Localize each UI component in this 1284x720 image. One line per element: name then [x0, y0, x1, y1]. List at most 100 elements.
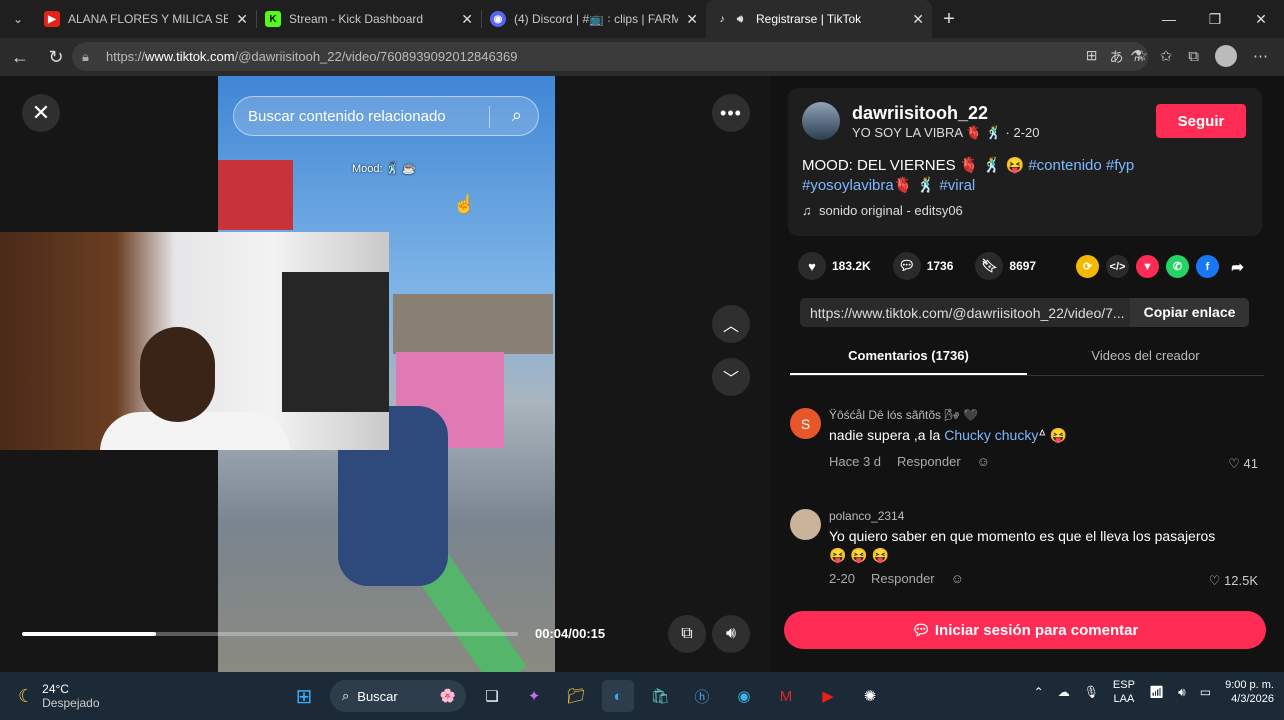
send-icon[interactable]: ▼ [1136, 255, 1159, 278]
close-tab-icon[interactable]: ✕ [686, 11, 698, 28]
extensions-icon[interactable]: ⚗ [1130, 47, 1143, 65]
video-progress-bar[interactable] [22, 632, 518, 636]
more-menu-icon[interactable]: ⋯ [1253, 47, 1268, 65]
microphone-icon[interactable]: 🎙︎ [1084, 685, 1099, 699]
commenter-username[interactable]: polanco_2314 [829, 509, 904, 523]
close-tab-icon[interactable]: ✕ [236, 11, 248, 28]
reload-icon[interactable]: ↻ [40, 41, 72, 73]
tab-title: Stream - Kick Dashboard [289, 12, 424, 26]
next-video-button[interactable]: ﹀ [712, 358, 750, 396]
taskbar-search[interactable]: ⌕ Buscar 🌸 [330, 680, 466, 712]
chevron-up-icon[interactable]: ⌃ [1034, 685, 1044, 699]
task-view-icon[interactable]: ❏ [476, 680, 508, 712]
minimize-icon[interactable]: — [1146, 0, 1192, 38]
heart-icon: ♥ [798, 252, 826, 280]
tab-comments[interactable]: Comentarios (1736) [790, 338, 1027, 375]
hashtag-link[interactable]: #yosoylavibra [802, 177, 894, 194]
save-button[interactable]: 🔖︎ 8697 [975, 252, 1036, 280]
copy-link-button[interactable]: Copiar enlace [1130, 298, 1249, 327]
language-indicator[interactable]: ESP LAA [1113, 678, 1135, 706]
tab-tiktok[interactable]: ♪ 🔊︎ Registrarse | TikTok ✕ [706, 0, 932, 38]
tab-discord[interactable]: ◉ (4) Discord | #📺 ꞉ clips | FARMEO ✕ [482, 0, 706, 38]
clock-time: 9:00 p. m. [1225, 679, 1274, 691]
login-to-comment-button[interactable]: 💬︎ Iniciar sesión para comentar [784, 611, 1266, 649]
commenter-username[interactable]: Ÿôśćål Dê lós sãñtõs 🌬 🖤 [829, 408, 978, 422]
webcam-scene-shirt [100, 412, 290, 450]
hashtag-link[interactable]: #contenido #fyp [1028, 157, 1134, 174]
comment-mention-link[interactable]: Chucky chucky [944, 427, 1038, 443]
reply-button[interactable]: Responder [897, 454, 961, 469]
like-count: 183.2K [832, 259, 871, 273]
related-search-field[interactable]: Buscar contenido relacionado ⌕ [233, 96, 539, 136]
post-info-card: dawriisitooh_22 YO SOY LA VIBRA 🫀 🕺 · 2-… [788, 88, 1262, 236]
youtube-icon[interactable]: ▶ [812, 680, 844, 712]
site-info-icon[interactable]: 🔒︎ [82, 49, 96, 65]
close-video-button[interactable]: ✕ [22, 94, 60, 132]
commenter-avatar[interactable] [790, 509, 821, 540]
profile-avatar[interactable] [1215, 45, 1237, 67]
copilot-icon[interactable]: ✦ [518, 680, 550, 712]
chevron-down-icon: ﹀ [722, 371, 739, 388]
tab-kick[interactable]: K Stream - Kick Dashboard ✕ [257, 0, 481, 38]
favorites-icon[interactable]: ✩ [1160, 47, 1173, 65]
apps-icon[interactable]: ⊞ [1086, 47, 1098, 67]
hp-icon[interactable]: ⓗ [686, 680, 718, 712]
creator-avatar[interactable] [802, 102, 840, 140]
close-tab-icon[interactable]: ✕ [912, 11, 924, 28]
speaker-icon[interactable]: 🔊︎ [732, 11, 748, 27]
close-tab-icon[interactable]: ✕ [461, 11, 473, 28]
comment-item: polanco_2314 Yo quiero saber en que mome… [790, 509, 1264, 589]
weather-widget[interactable]: ☾ 24°C Despejado [18, 682, 100, 710]
weather-condition: Despejado [42, 696, 100, 710]
store-icon[interactable]: 🛍︎ [644, 680, 676, 712]
mcafee-icon[interactable]: M [770, 680, 802, 712]
volume-icon[interactable]: 🔊︎ [1178, 685, 1186, 700]
keyboard-layout: LAA [1113, 693, 1135, 705]
comment-text: Yo quiero saber en que momento es que el… [829, 528, 1216, 563]
repost-icon[interactable]: ⟳ [1076, 255, 1099, 278]
url-field[interactable]: 🔒︎ https://www.tiktok.com/@dawriisitooh_… [72, 42, 1148, 71]
miniplayer-button[interactable]: ⧉ [668, 615, 706, 653]
like-button[interactable]: ♥ 183.2K [798, 252, 871, 280]
description-text: MOOD: DEL VIERNES 🫀 🕺 😝 [802, 157, 1029, 174]
share-arrow-icon[interactable]: ➦ [1226, 255, 1249, 278]
battery-icon[interactable]: ▭ [1200, 685, 1211, 699]
search-icon[interactable]: ⌕ [512, 105, 522, 126]
edge-icon[interactable]: ◐ [602, 680, 634, 712]
comment-like-button[interactable]: ♡ 41 [1228, 456, 1258, 472]
back-icon[interactable]: ← [4, 41, 36, 73]
windows-start-icon[interactable]: ⊞ [288, 680, 320, 712]
tab-creator-videos[interactable]: Videos del creador [1027, 338, 1264, 375]
tab-youtube[interactable]: ▶ ALANA FLORES Y MILICA SE TIRAN ✕ [36, 0, 256, 38]
music-note-icon: ♫ [802, 203, 812, 218]
translate-icon[interactable]: あ [1109, 47, 1123, 67]
hashtag-link[interactable]: #viral [939, 177, 975, 194]
reply-button[interactable]: Responder [871, 571, 935, 586]
follow-button[interactable]: Seguir [1156, 104, 1246, 138]
close-window-icon[interactable]: ✕ [1238, 0, 1284, 38]
collections-icon[interactable]: ⧉ [1188, 48, 1199, 65]
whatsapp-icon[interactable]: ✆ [1166, 255, 1189, 278]
language-code: ESP [1112, 679, 1135, 691]
moon-icon: ☾ [18, 685, 35, 706]
creator-username[interactable]: dawriisitooh_22 [852, 103, 988, 124]
file-explorer-icon[interactable]: 📁︎ [560, 680, 592, 712]
more-options-button[interactable]: ••• [712, 94, 750, 132]
new-tab-button[interactable]: + [932, 8, 966, 31]
music-link[interactable]: ♫ sonido original - editsy06 [802, 203, 963, 218]
previous-video-button[interactable]: ︿ [712, 305, 750, 343]
maximize-icon[interactable]: ❐ [1192, 0, 1238, 38]
tab-actions-menu-icon[interactable]: ⌄ [0, 0, 36, 38]
wifi-icon[interactable]: 📶︎ [1149, 685, 1164, 699]
temperature: 24°C [42, 682, 69, 696]
facebook-icon[interactable]: f [1196, 255, 1219, 278]
cloud-icon[interactable]: ☁ [1058, 685, 1070, 699]
embed-icon[interactable]: </> [1106, 255, 1129, 278]
clock[interactable]: 9:00 p. m. 4/3/2026 [1225, 678, 1274, 706]
comment-button[interactable]: 💬︎ 1736 [892, 252, 953, 280]
commenter-avatar[interactable]: S [790, 408, 821, 439]
app-icon[interactable]: ◉ [728, 680, 760, 712]
comment-like-button[interactable]: ♡ 12.5K [1209, 573, 1258, 589]
volume-button[interactable]: 🔊︎ [712, 615, 750, 653]
chatgpt-icon[interactable]: ✺ [854, 680, 886, 712]
